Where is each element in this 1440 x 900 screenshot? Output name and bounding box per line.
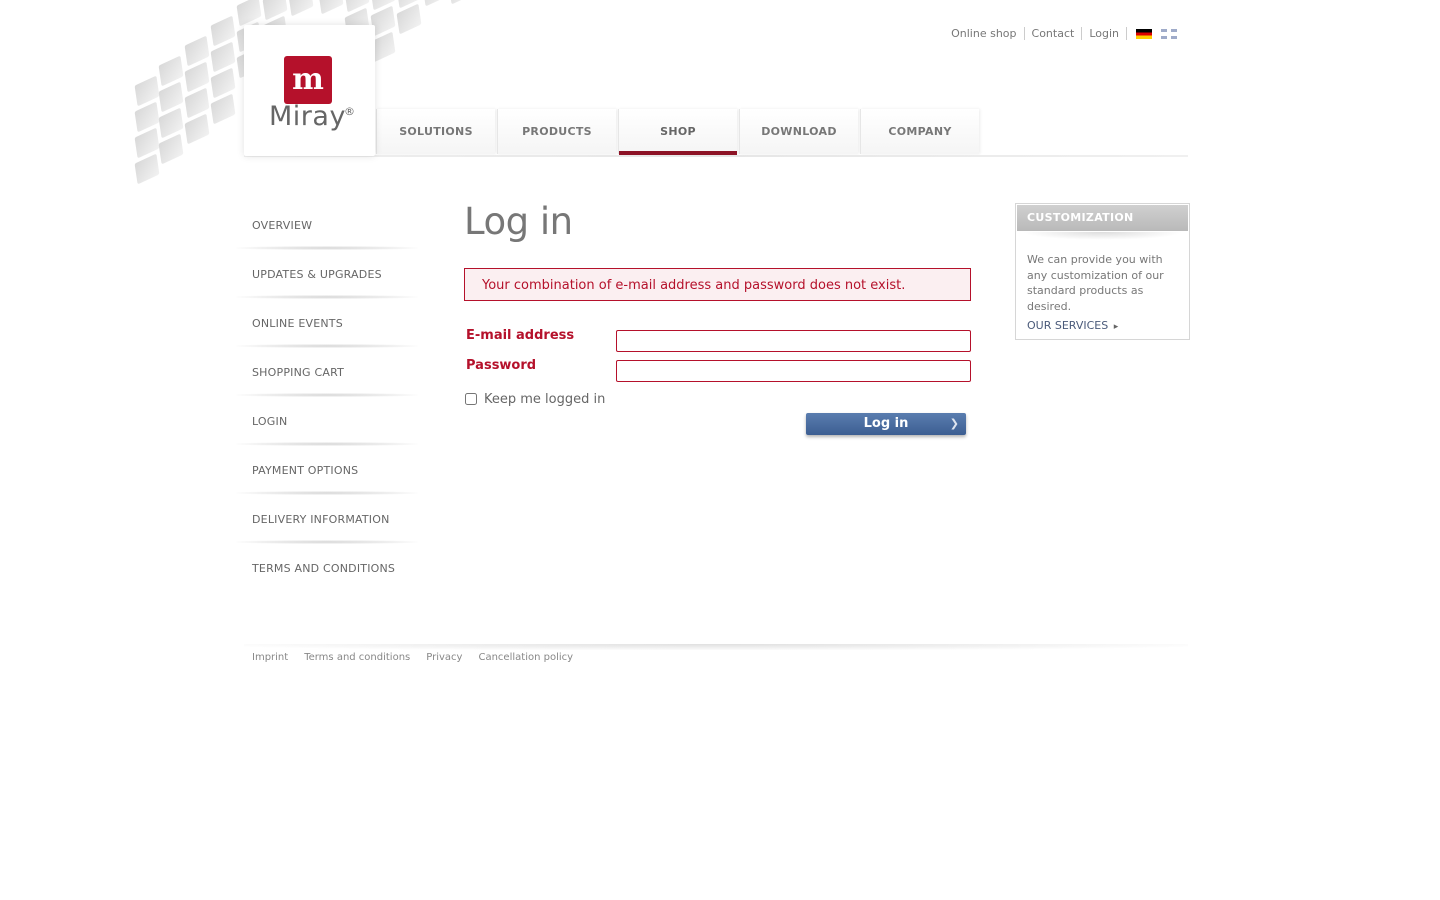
logo-mark-icon: m xyxy=(284,56,332,104)
decorative-tile xyxy=(318,0,344,15)
utility-link-login[interactable]: Login xyxy=(1082,27,1127,40)
sidebar-item-label: ONLINE EVENTS xyxy=(252,317,343,330)
keep-logged-in-row: Keep me logged in xyxy=(464,388,971,410)
sidebar: OVERVIEW UPDATES & UPGRADES ONLINE EVENT… xyxy=(236,201,418,593)
sidebar-item-updates-upgrades[interactable]: UPDATES & UPGRADES xyxy=(236,250,418,299)
decorative-tile xyxy=(448,0,470,5)
email-field[interactable] xyxy=(616,330,971,352)
our-services-link[interactable]: OUR SERVICES ▸ xyxy=(1027,319,1118,332)
german-flag-icon[interactable] xyxy=(1136,28,1152,39)
sidebar-item-terms-and-conditions[interactable]: TERMS AND CONDITIONS xyxy=(236,544,418,593)
sidebar-item-login[interactable]: LOGIN xyxy=(236,397,418,446)
page: m Miray ® Online shop Contact Login SOLU… xyxy=(0,0,1440,900)
utility-link-online-shop[interactable]: Online shop xyxy=(951,27,1025,40)
utility-nav: Online shop Contact Login xyxy=(951,27,1177,40)
sidebar-item-label: TERMS AND CONDITIONS xyxy=(252,562,396,575)
nav-tab-company[interactable]: COMPANY xyxy=(860,109,979,154)
login-button[interactable]: Log in ❯ xyxy=(806,413,966,435)
logo-text: Miray xyxy=(269,101,346,132)
logo-registered-mark: ® xyxy=(344,105,355,118)
external-link-icon: ▸ xyxy=(1113,322,1119,332)
logo[interactable]: m Miray ® xyxy=(244,25,375,156)
decorative-tile xyxy=(288,0,314,17)
footer-divider xyxy=(244,644,1188,650)
sidebar-item-label: LOGIN xyxy=(252,415,288,428)
sidebar-item-label: DELIVERY INFORMATION xyxy=(252,513,390,526)
utility-link-contact[interactable]: Contact xyxy=(1025,27,1083,40)
footer-link-terms[interactable]: Terms and conditions xyxy=(304,652,410,663)
page-title: Log in xyxy=(464,200,573,243)
password-label: Password xyxy=(466,358,537,373)
login-form: Log in Your combination of e-mail addres… xyxy=(464,200,971,435)
sidebar-item-online-events[interactable]: ONLINE EVENTS xyxy=(236,299,418,348)
error-message: Your combination of e-mail address and p… xyxy=(464,268,971,301)
nav-divider xyxy=(244,155,1188,157)
nav-tab-solutions[interactable]: SOLUTIONS xyxy=(376,109,495,154)
sidebar-item-shopping-cart[interactable]: SHOPPING CART xyxy=(236,348,418,397)
decorative-tile xyxy=(396,3,422,35)
sidebar-item-overview[interactable]: OVERVIEW xyxy=(236,201,418,250)
english-flag-icon[interactable] xyxy=(1161,28,1177,39)
chevron-right-icon: ❯ xyxy=(949,417,959,430)
main-nav: SOLUTIONS PRODUCTS SHOP DOWNLOAD COMPANY xyxy=(376,109,981,155)
sidebar-item-label: UPDATES & UPGRADES xyxy=(252,268,382,281)
decorative-tile xyxy=(134,153,160,185)
sidebar-item-label: SHOPPING CART xyxy=(252,366,345,379)
customization-title: CUSTOMIZATION xyxy=(1017,205,1188,231)
login-button-label: Log in xyxy=(863,416,909,431)
customization-divider xyxy=(1022,232,1183,240)
customization-panel: CUSTOMIZATION We can provide you with an… xyxy=(1015,203,1190,340)
decorative-tile xyxy=(184,113,210,145)
sidebar-item-label: OVERVIEW xyxy=(252,219,313,232)
sidebar-item-label: PAYMENT OPTIONS xyxy=(252,464,359,477)
nav-tab-download[interactable]: DOWNLOAD xyxy=(739,109,858,154)
email-row: E-mail address xyxy=(464,328,971,358)
decorative-tile xyxy=(422,0,448,7)
decorative-tile xyxy=(210,93,236,125)
sidebar-item-payment-options[interactable]: PAYMENT OPTIONS xyxy=(236,446,418,495)
nav-tab-products[interactable]: PRODUCTS xyxy=(497,109,616,154)
footer: Imprint Terms and conditions Privacy Can… xyxy=(252,652,589,663)
footer-link-cancellation[interactable]: Cancellation policy xyxy=(478,652,573,663)
keep-logged-in-checkbox[interactable] xyxy=(465,393,477,405)
nav-tab-shop[interactable]: SHOP xyxy=(618,109,737,155)
email-label: E-mail address xyxy=(466,328,575,343)
sidebar-item-delivery-information[interactable]: DELIVERY INFORMATION xyxy=(236,495,418,544)
our-services-label: OUR SERVICES xyxy=(1027,319,1109,332)
customization-text: We can provide you with any customizatio… xyxy=(1027,253,1164,313)
password-field[interactable] xyxy=(616,360,971,382)
keep-logged-in-label[interactable]: Keep me logged in xyxy=(484,392,605,407)
footer-link-imprint[interactable]: Imprint xyxy=(252,652,288,663)
decorative-tile xyxy=(158,133,184,165)
password-row: Password xyxy=(464,358,971,388)
footer-link-privacy[interactable]: Privacy xyxy=(426,652,462,663)
